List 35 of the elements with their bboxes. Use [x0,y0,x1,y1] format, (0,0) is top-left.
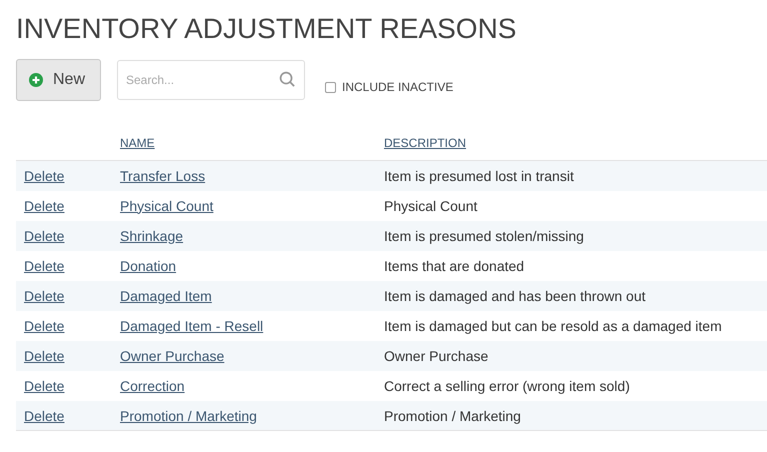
delete-link[interactable]: Delete [24,378,64,394]
delete-link[interactable]: Delete [24,258,64,274]
delete-link[interactable]: Delete [24,228,64,244]
column-header[interactable]: NAME [120,136,155,150]
name-link[interactable]: Promotion / Marketing [120,408,257,424]
search-icon [279,71,296,88]
name-link[interactable]: Owner Purchase [120,348,224,364]
name-link[interactable]: Correction [120,378,185,394]
name-link[interactable]: Damaged Item - Resell [120,318,264,334]
new-button[interactable]: New [16,59,101,101]
description-text: Item is damaged and has been thrown out [384,288,646,304]
description-text: Physical Count [384,198,478,214]
delete-link[interactable]: Delete [24,198,64,214]
description-text: Item is presumed stolen/missing [384,228,584,244]
description-text: Promotion / Marketing [384,408,521,424]
add-icon [29,73,43,87]
description-text: Items that are donated [384,258,524,274]
name-link[interactable]: Damaged Item [120,288,212,304]
description-text: Correct a selling error (wrong item sold) [384,378,630,394]
description-text: Owner Purchase [384,348,488,364]
name-link[interactable]: Transfer Loss [120,168,206,184]
search-field[interactable]: Search... [117,60,305,100]
description-text: Item is presumed lost in transit [384,168,574,184]
name-link[interactable]: Donation [120,258,176,274]
column-header[interactable]: DESCRIPTION [384,136,466,150]
delete-link[interactable]: Delete [24,318,64,334]
delete-link[interactable]: Delete [24,408,64,424]
delete-link[interactable]: Delete [24,288,64,304]
description-text: Item is damaged but can be resold as a damaged item [384,318,722,334]
delete-link[interactable]: Delete [24,348,64,364]
name-link[interactable]: Physical Count [120,198,214,214]
delete-link[interactable]: Delete [24,168,64,184]
checkbox-label: INCLUDE INACTIVE [342,80,454,94]
name-link[interactable]: Shrinkage [120,228,184,244]
page-title: INVENTORY ADJUSTMENT REASONS [16,12,518,46]
